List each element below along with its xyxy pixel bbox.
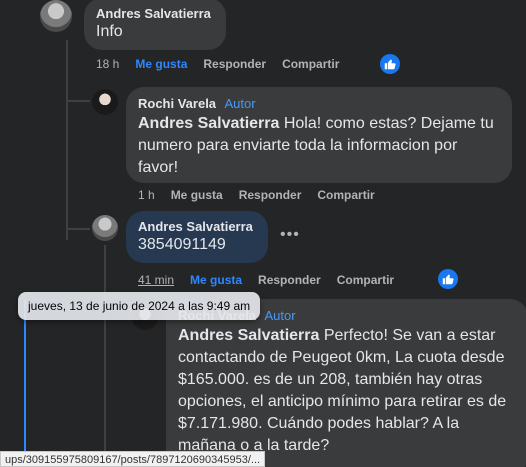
thread-line-nested	[104, 245, 106, 467]
share-button[interactable]: Compartir	[317, 188, 374, 202]
comment-bubble: Andres Salvatierra Info	[84, 0, 226, 50]
comment-text: Info	[96, 23, 123, 40]
thread-branch	[66, 100, 90, 102]
author-badge: Autor	[264, 308, 296, 323]
reply-button[interactable]: Responder	[239, 188, 302, 202]
comment-author[interactable]: Andres Salvatierra	[138, 219, 256, 234]
comment-text: Andres Salvatierra Perfecto! Se van a es…	[178, 327, 507, 454]
share-button[interactable]: Compartir	[282, 57, 339, 71]
avatar[interactable]	[92, 89, 118, 115]
avatar[interactable]	[40, 0, 72, 32]
comment-actions: 18 h Me gusta Responder Compartir	[96, 57, 355, 71]
mention-link[interactable]: Andres Salvatierra	[138, 115, 279, 132]
comment-text: Andres Salvatierra Hola! como estas? Dej…	[138, 115, 494, 176]
comment-author[interactable]: Rochi Varela	[138, 96, 216, 111]
comment-actions: 41 min Me gusta Responder Compartir	[138, 273, 410, 287]
comment-bubble: Rochi Varela Autor Andres Salvatierra Ho…	[126, 87, 512, 183]
reply-button[interactable]: Responder	[258, 273, 321, 287]
thread-branch	[66, 228, 90, 230]
comment-time[interactable]: 1 h	[138, 188, 155, 202]
like-button[interactable]: Me gusta	[171, 188, 223, 202]
like-reaction-icon[interactable]	[438, 269, 458, 289]
share-button[interactable]: Compartir	[337, 273, 394, 287]
author-badge: Autor	[224, 96, 256, 111]
like-reaction-icon[interactable]	[380, 54, 400, 74]
mention-link[interactable]: Andres Salvatierra	[178, 327, 319, 344]
comment-text: 3854091149	[138, 236, 226, 253]
comment-bubble-highlighted: Andres Salvatierra 3854091149	[126, 211, 268, 263]
comment-time[interactable]: 41 min	[138, 273, 174, 287]
status-bar-url: ups/309155975809167/posts/78971206903459…	[0, 451, 266, 467]
comment-author[interactable]: Andres Salvatierra	[96, 6, 214, 21]
thread-line	[66, 40, 68, 240]
reply-button[interactable]: Responder	[203, 57, 266, 71]
more-options-icon[interactable]: •••	[280, 226, 300, 244]
timestamp-tooltip: jueves, 13 de junio de 2024 a las 9:49 a…	[18, 292, 261, 320]
like-button[interactable]: Me gusta	[190, 273, 242, 287]
like-button[interactable]: Me gusta	[135, 57, 187, 71]
avatar[interactable]	[92, 215, 118, 241]
comment-actions: 1 h Me gusta Responder Compartir	[138, 188, 391, 202]
thread-line-outer	[24, 300, 26, 460]
comment-time[interactable]: 18 h	[96, 57, 119, 71]
comment-bubble: Rochi Varela Autor Andres Salvatierra Pe…	[166, 299, 526, 467]
